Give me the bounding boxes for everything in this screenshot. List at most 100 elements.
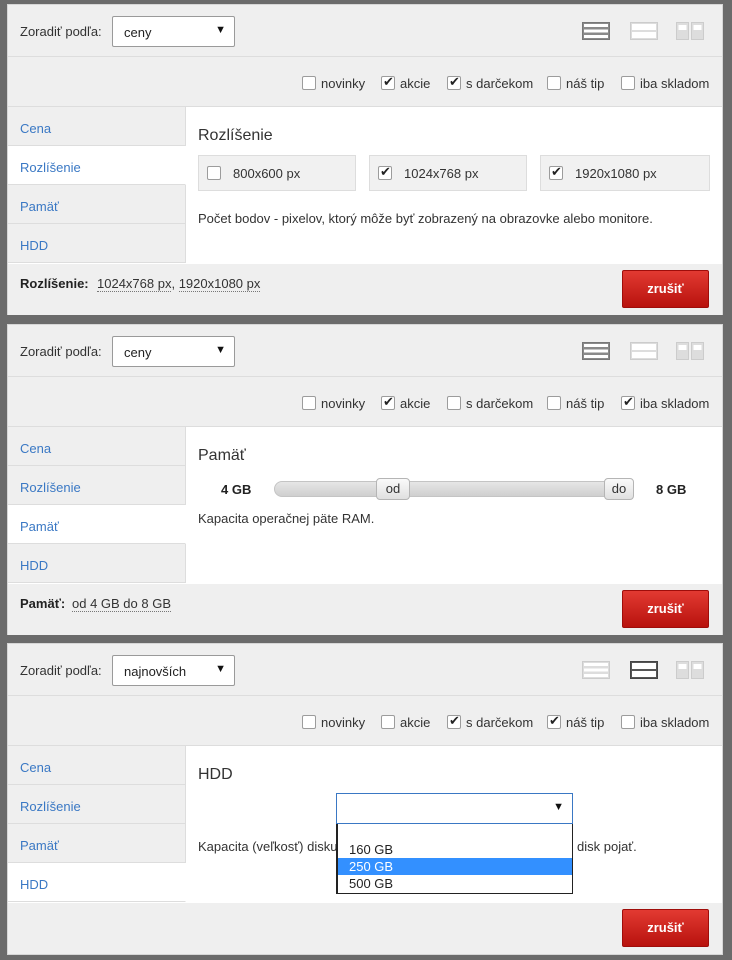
compact-view-icon[interactable] (630, 342, 658, 360)
chevron-down-icon: ▼ (215, 663, 226, 675)
tab-hdd[interactable]: HDD (8, 224, 186, 263)
chevron-down-icon: ▼ (215, 344, 226, 356)
tab-pamat[interactable]: Pamäť (8, 185, 186, 224)
checkbox[interactable] (302, 76, 316, 90)
filter-checkboxes: novinky akcie s darčekom náš tip iba skl… (8, 377, 722, 427)
summary-label: Rozlíšenie: (20, 276, 89, 291)
filter-nas-tip[interactable]: náš tip (547, 395, 604, 411)
filter-tabs: Cena Rozlíšenie Pamäť HDD (8, 107, 186, 263)
checkbox[interactable] (621, 76, 635, 90)
filter-novinky[interactable]: novinky (302, 75, 365, 91)
list-view-icon[interactable] (582, 661, 610, 679)
summary-value[interactable]: 1920x1080 px (178, 276, 261, 292)
checkbox[interactable] (547, 76, 561, 90)
filter-nas-tip[interactable]: náš tip (547, 75, 604, 91)
filter-checkboxes: novinky akcie s darčekom náš tip iba skl… (8, 696, 722, 746)
view-switcher (582, 22, 712, 42)
sort-bar: Zoradiť podľa: ceny ▼ (8, 325, 722, 377)
tab-rozlisenie[interactable]: Rozlíšenie (8, 785, 186, 824)
filter-novinky[interactable]: novinky (302, 714, 365, 730)
selection-summary: zrušiť (8, 903, 722, 954)
dropdown-option-selected[interactable]: 250 GB (338, 858, 572, 875)
filter-iba-skladom[interactable]: iba skladom (621, 714, 709, 730)
dropdown-option[interactable]: 160 GB (338, 841, 572, 858)
content-title: Rozlíšenie (198, 127, 273, 144)
filter-s-darcekom[interactable]: s darčekom (447, 713, 533, 730)
checkbox[interactable] (378, 164, 392, 180)
sort-select-value: najnovších (124, 664, 187, 679)
summary-value[interactable]: 1024x768 px (97, 276, 172, 292)
dropdown-option[interactable]: 500 GB (338, 875, 572, 892)
checkbox[interactable] (447, 713, 461, 729)
chevron-down-icon: ▼ (215, 24, 226, 36)
tab-content: Pamäť 4 GB od do 8 GB Kapacita operačnej… (186, 427, 722, 584)
list-view-icon[interactable] (582, 342, 610, 360)
checkbox[interactable] (547, 396, 561, 410)
tab-cena[interactable]: Cena (8, 107, 186, 146)
tab-hdd[interactable]: HDD (8, 544, 186, 583)
sort-select[interactable]: najnovších ▼ (112, 655, 235, 686)
filter-tabs: Cena Rozlíšenie Pamäť HDD (8, 427, 186, 583)
checkbox[interactable] (621, 715, 635, 729)
slider-from-handle[interactable]: od (376, 478, 410, 500)
checkbox[interactable] (207, 166, 221, 180)
filter-checkboxes: novinky akcie s darčekom náš tip iba skl… (8, 57, 722, 107)
slider-max-label: 8 GB (656, 482, 687, 497)
filter-panel-resolution: Zoradiť podľa: ceny ▼ novinky akcie s da… (7, 4, 723, 315)
tab-pamat[interactable]: Pamäť (8, 824, 186, 863)
option-1024x768[interactable]: 1024x768 px (369, 155, 527, 191)
checkbox[interactable] (381, 715, 395, 729)
checkbox[interactable] (547, 713, 561, 729)
checkbox[interactable] (302, 715, 316, 729)
compact-view-icon[interactable] (630, 22, 658, 40)
checkbox[interactable] (549, 164, 563, 180)
compact-view-icon[interactable] (630, 661, 658, 679)
filter-nas-tip[interactable]: náš tip (547, 713, 604, 730)
filter-akcie[interactable]: akcie (381, 714, 430, 730)
content-title: HDD (198, 766, 233, 783)
content-description-right: disk pojať. (577, 839, 637, 854)
checkbox[interactable] (447, 74, 461, 90)
sort-select[interactable]: ceny ▼ (112, 336, 235, 367)
cancel-button[interactable]: zrušiť (622, 270, 709, 308)
tab-content: HDD Kapacita (veľkosť) disku disk pojať.… (186, 746, 722, 903)
sort-select[interactable]: ceny ▼ (112, 16, 235, 47)
checkbox[interactable] (381, 394, 395, 410)
range-slider-track[interactable] (274, 481, 634, 497)
filter-panel-hdd: Zoradiť podľa: najnovších ▼ novinky akci… (7, 643, 723, 955)
filter-s-darcekom[interactable]: s darčekom (447, 395, 533, 411)
filter-s-darcekom[interactable]: s darčekom (447, 74, 533, 91)
sort-select-value: ceny (124, 25, 152, 40)
grid-view-icon[interactable] (676, 22, 704, 40)
list-view-icon[interactable] (582, 22, 610, 40)
slider-min-label: 4 GB (221, 482, 252, 497)
tab-cena[interactable]: Cena (8, 746, 186, 785)
checkbox[interactable] (302, 396, 316, 410)
slider-to-handle[interactable]: do (604, 478, 634, 500)
filter-iba-skladom[interactable]: iba skladom (621, 394, 709, 411)
cancel-button[interactable]: zrušiť (622, 590, 709, 628)
view-switcher (582, 342, 712, 362)
filter-iba-skladom[interactable]: iba skladom (621, 75, 709, 91)
checkbox[interactable] (381, 74, 395, 90)
tab-rozlisenie[interactable]: Rozlíšenie (8, 146, 186, 185)
filter-akcie[interactable]: akcie (381, 394, 430, 411)
hdd-dropdown-list: 160 GB 250 GB 500 GB (336, 824, 573, 894)
summary-values: od 4 GB do 8 GB (72, 596, 172, 612)
grid-view-icon[interactable] (676, 342, 704, 360)
tab-hdd[interactable]: HDD (8, 863, 186, 902)
summary-value[interactable]: od 4 GB do 8 GB (72, 596, 172, 612)
checkbox[interactable] (621, 394, 635, 410)
checkbox[interactable] (447, 396, 461, 410)
tab-pamat[interactable]: Pamäť (8, 505, 186, 544)
tab-rozlisenie[interactable]: Rozlíšenie (8, 466, 186, 505)
grid-view-icon[interactable] (676, 661, 704, 679)
filter-akcie[interactable]: akcie (381, 74, 430, 91)
tab-cena[interactable]: Cena (8, 427, 186, 466)
filter-novinky[interactable]: novinky (302, 395, 365, 411)
content-description: Počet bodov - pixelov, ktorý môže byť zo… (198, 211, 653, 226)
cancel-button[interactable]: zrušiť (622, 909, 709, 947)
hdd-capacity-select[interactable]: ▼ (336, 793, 573, 824)
option-800x600[interactable]: 800x600 px (198, 155, 356, 191)
option-1920x1080[interactable]: 1920x1080 px (540, 155, 710, 191)
